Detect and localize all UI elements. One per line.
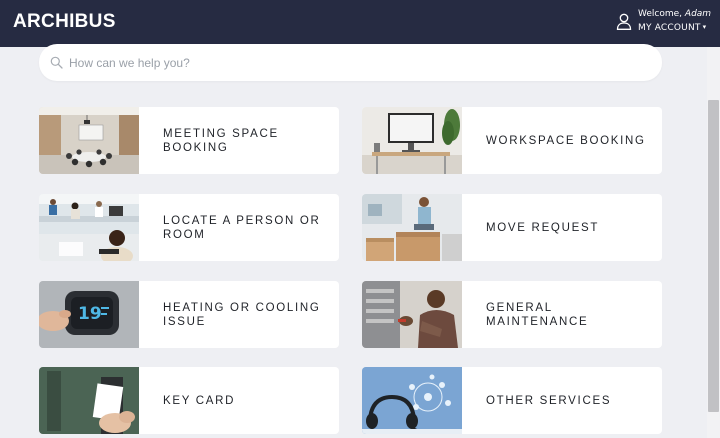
maintenance-worker-photo (362, 281, 462, 348)
top-navigation-bar: ARCHIBUS Welcome, Adam MY ACCOUNT ▾ (0, 0, 720, 47)
chevron-down-icon: ▾ (702, 23, 707, 31)
office-people-photo (39, 194, 139, 261)
service-tile-key-card[interactable]: KEY CARD (39, 367, 339, 434)
welcome-prefix: Welcome, (638, 9, 683, 19)
service-tile-label: KEY CARD (163, 394, 236, 407)
service-tile-label: OTHER SERVICES (486, 394, 612, 407)
service-tile-heating-or-cooling-issue[interactable]: 19 HEATING OR COOLING ISSUE (39, 281, 339, 348)
welcome-text: Welcome, Adam (638, 8, 711, 20)
my-account-label: MY ACCOUNT (638, 23, 701, 33)
service-tile-meeting-space-booking[interactable]: MEETING SPACE BOOKING (39, 107, 339, 174)
service-tile-label: GENERAL MAINTENANCE (486, 301, 589, 328)
search-bar[interactable] (39, 44, 662, 81)
headset-photo (362, 367, 462, 434)
key-card-photo (39, 367, 139, 434)
service-tile-label: HEATING OR COOLING ISSUE (163, 301, 321, 328)
account-menu[interactable]: Welcome, Adam MY ACCOUNT ▾ (616, 8, 716, 40)
search-icon (50, 56, 63, 69)
user-icon (616, 13, 632, 30)
service-tile-move-request[interactable]: MOVE REQUEST (362, 194, 662, 261)
my-account-button[interactable]: MY ACCOUNT ▾ (638, 21, 706, 34)
scrollbar-thumb[interactable] (708, 100, 719, 412)
thermostat-photo: 19 (39, 281, 139, 348)
search-input[interactable] (69, 50, 649, 75)
meeting-room-photo (39, 107, 139, 174)
service-tile-label: WORKSPACE BOOKING (486, 134, 646, 147)
user-name: Adam (684, 9, 712, 19)
brand-logo[interactable]: ARCHIBUS (13, 11, 116, 33)
service-tile-label: LOCATE A PERSON OR ROOM (163, 214, 321, 241)
service-tile-label: MOVE REQUEST (486, 221, 600, 234)
service-tile-locate-a-person-or-room[interactable]: LOCATE A PERSON OR ROOM (39, 194, 339, 261)
moving-boxes-photo (362, 194, 462, 261)
service-tile-label: MEETING SPACE BOOKING (163, 127, 279, 154)
service-tile-other-services[interactable]: OTHER SERVICES (362, 367, 662, 434)
service-tile-workspace-booking[interactable]: WORKSPACE BOOKING (362, 107, 662, 174)
workspace-desk-photo (362, 107, 462, 174)
service-tile-general-maintenance[interactable]: GENERAL MAINTENANCE (362, 281, 662, 348)
thermostat-reading: 19 (78, 304, 102, 324)
